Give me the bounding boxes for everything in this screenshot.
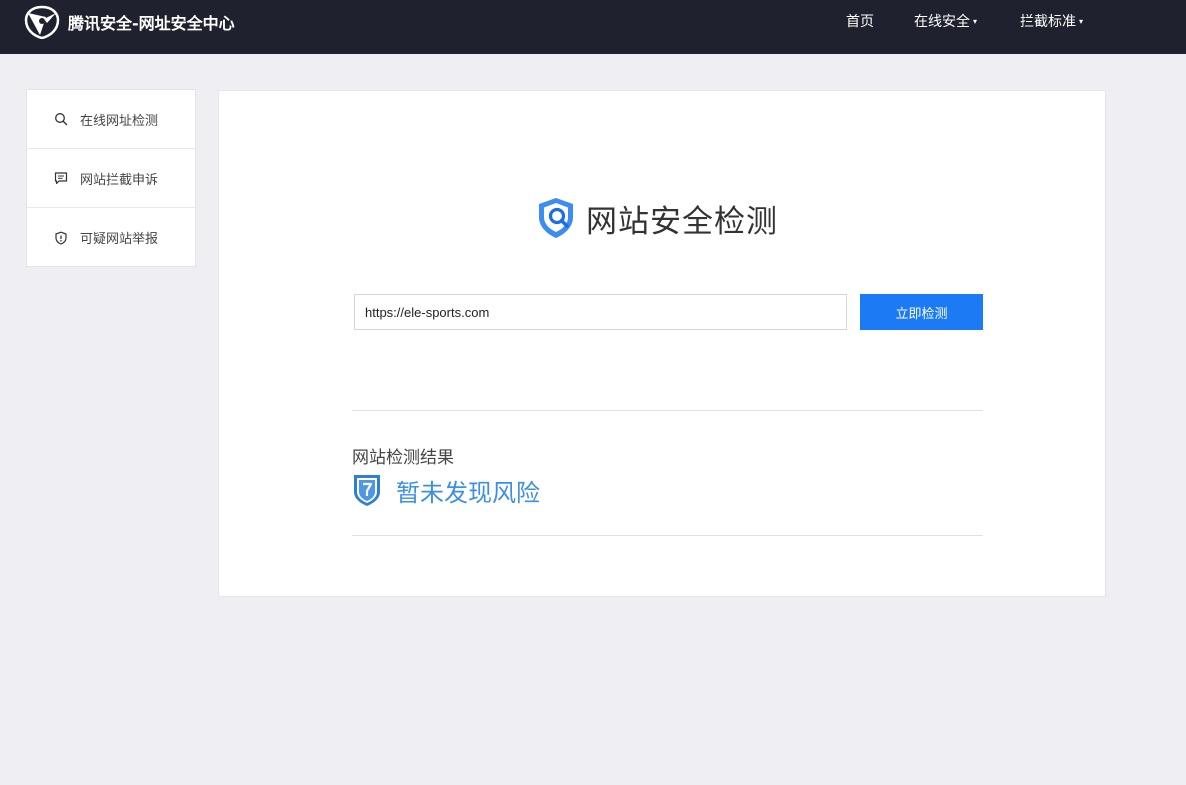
- result-value: 暂未发现风险: [396, 478, 540, 507]
- nav-online-security-label: 在线安全: [914, 14, 970, 30]
- tencent-security-logo-icon: [24, 5, 60, 39]
- shield-search-icon: [539, 198, 573, 238]
- sidebar: 在线网址检测 网站拦截申诉 可疑网站举报: [26, 89, 196, 267]
- chevron-down-icon: ▾: [1079, 17, 1084, 26]
- chevron-down-icon: ▾: [973, 17, 978, 26]
- site-title: 腾讯安全-网址安全中心: [68, 14, 235, 33]
- result-label: 网站检测结果: [352, 448, 454, 468]
- url-input[interactable]: [354, 294, 847, 330]
- brand[interactable]: 腾讯安全-网址安全中心: [24, 5, 235, 39]
- sidebar-item-url-check[interactable]: 在线网址检测: [27, 90, 195, 149]
- sidebar-item-label: 在线网址检测: [80, 113, 159, 129]
- divider: [352, 410, 983, 411]
- result-status: 暂未发现风险: [352, 472, 540, 508]
- search-icon: [55, 113, 68, 126]
- sidebar-item-report[interactable]: 可疑网站举报: [27, 208, 195, 267]
- shield-alert-icon: [55, 231, 67, 245]
- nav-online-security[interactable]: 在线安全 ▾: [914, 12, 977, 32]
- check-now-button[interactable]: 立即检测: [860, 294, 983, 330]
- sidebar-item-label: 网站拦截申诉: [80, 172, 159, 188]
- sidebar-item-label: 可疑网站举报: [80, 232, 159, 247]
- shield-safe-icon: [354, 475, 380, 506]
- nav-block-standard[interactable]: 拦截标准 ▾: [1020, 12, 1083, 32]
- sidebar-item-appeal[interactable]: 网站拦截申诉: [27, 149, 195, 208]
- main-panel: 网站安全检测 立即检测 网站检测结果 暂未发现风险: [218, 90, 1106, 597]
- page-title: 网站安全检测: [586, 203, 778, 240]
- top-nav-bar: 腾讯安全-网址安全中心 首页 在线安全 ▾ 拦截标准 ▾: [0, 0, 1186, 54]
- message-icon: [54, 172, 68, 185]
- nav-home-label: 首页: [846, 14, 874, 30]
- divider: [352, 535, 983, 536]
- page-heading: 网站安全检测: [534, 194, 778, 242]
- nav-home[interactable]: 首页: [846, 12, 874, 32]
- nav-block-standard-label: 拦截标准: [1020, 14, 1076, 30]
